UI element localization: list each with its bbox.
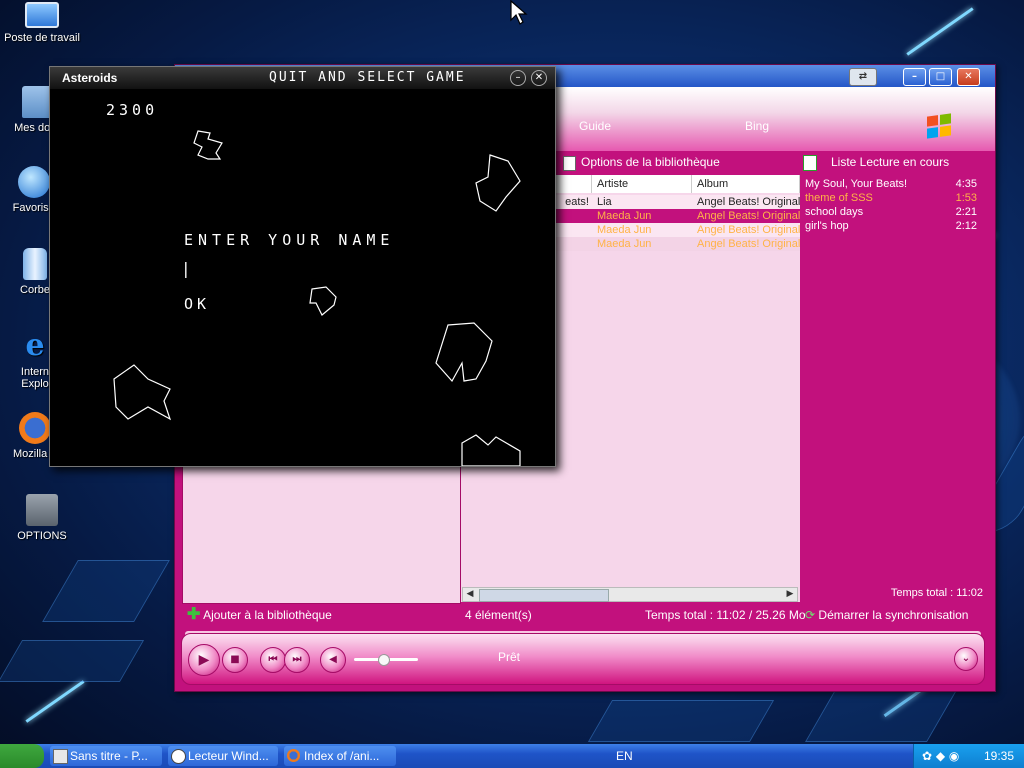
taskbar: Sans titre - P... Lecteur Wind... Index … <box>0 744 1024 768</box>
switch-mode-button[interactable]: ⇄ <box>849 68 877 86</box>
playlist-total-time: Temps total : 11:02 <box>890 587 983 599</box>
sync-icon: ⟳ <box>805 608 816 622</box>
tab-bing[interactable]: Bing <box>745 119 769 133</box>
taskbar-item-media-player[interactable]: Lecteur Wind... <box>168 746 278 766</box>
library-options-icon <box>563 156 576 171</box>
volume-slider[interactable] <box>354 654 418 666</box>
maximize-button[interactable]: □ <box>929 68 952 86</box>
minimize-button[interactable]: – <box>903 68 926 86</box>
scroll-thumb[interactable] <box>479 589 609 602</box>
list-item[interactable]: theme of SSS 1:53 <box>799 191 979 205</box>
volume-knob[interactable] <box>378 654 390 666</box>
asteroid-large-2 <box>435 322 493 383</box>
computer-icon <box>25 2 59 28</box>
windows-logo-icon <box>927 113 951 139</box>
plus-icon: ✚ <box>187 606 201 623</box>
previous-button[interactable]: ⏮ <box>260 647 286 673</box>
column-album[interactable]: Album <box>692 175 800 193</box>
media-player-icon <box>171 749 186 764</box>
asteroid-large-3 <box>113 364 172 421</box>
playlist-icon <box>803 155 817 171</box>
sync-button[interactable]: ⟳ Démarrer la synchronisation <box>805 603 968 627</box>
list-item[interactable]: My Soul, Your Beats! 4:35 <box>799 177 979 191</box>
status-text: Prêt <box>498 650 521 664</box>
recycle-bin-icon <box>23 248 47 280</box>
taskbar-item-paint[interactable]: Sans titre - P... <box>50 746 162 766</box>
language-indicator[interactable]: EN <box>616 749 633 763</box>
system-tray: ✿ ◆ ◉ 19:35 <box>913 744 1024 768</box>
asteroid-field <box>113 130 521 466</box>
asteroid-medium <box>309 286 337 316</box>
column-artist[interactable]: Artiste <box>592 175 692 193</box>
player-controls: ▶ ■ ⏮ ⏭ ◀ Prêt ⌄ <box>181 633 985 685</box>
paint-icon <box>53 749 68 764</box>
playlist-pane[interactable]: My Soul, Your Beats! 4:35 theme of SSS 1… <box>799 175 985 602</box>
start-button[interactable] <box>0 744 44 768</box>
desktop-icon-options[interactable]: OPTIONS <box>0 494 87 542</box>
internet-explorer-icon: e <box>25 328 45 363</box>
asteroids-titlebar[interactable]: Asteroids QUIT AND SELECT GAME – ✕ <box>50 67 555 89</box>
asteroids-window[interactable]: Asteroids QUIT AND SELECT GAME – ✕ 2300 … <box>49 66 556 467</box>
add-to-library-button[interactable]: ✚ Ajouter à la bibliothèque <box>187 603 332 627</box>
tray-icons[interactable]: ✿ ◆ ◉ <box>922 749 959 763</box>
total-time: Temps total : 11:02 / 25.26 Mo <box>645 608 806 622</box>
switch-to-now-playing-button[interactable]: ⌄ <box>954 647 978 671</box>
scroll-right-arrow-icon[interactable]: ▶ <box>784 588 796 601</box>
clock: 19:35 <box>983 749 1014 763</box>
library-options-button[interactable]: Options de la bibliothèque <box>581 155 720 169</box>
list-item[interactable]: girl's hop 2:12 <box>799 219 979 233</box>
mute-button[interactable]: ◀ <box>320 647 346 673</box>
firefox-icon <box>19 412 51 444</box>
asteroid-small <box>193 130 223 160</box>
item-count: 4 élément(s) <box>465 608 532 622</box>
close-icon[interactable]: ✕ <box>531 70 547 86</box>
next-button[interactable]: ⏭ <box>284 647 310 673</box>
firefox-icon <box>287 749 300 762</box>
scroll-left-arrow-icon[interactable]: ◀ <box>464 588 476 601</box>
desktop-icon-computer[interactable]: Poste de travail <box>0 2 87 44</box>
list-item[interactable]: school days 2:21 <box>799 205 979 219</box>
horizontal-scrollbar[interactable]: ◀ ▶ <box>462 587 798 602</box>
window-title: Asteroids <box>62 71 118 85</box>
tab-guide[interactable]: Guide <box>579 119 611 133</box>
stop-button[interactable]: ■ <box>222 647 248 673</box>
now-playing-list-button[interactable]: Liste Lecture en cours <box>831 155 949 169</box>
asteroid-large-4 <box>461 434 521 466</box>
taskbar-item-firefox[interactable]: Index of /ani... <box>284 746 396 766</box>
playlist-toolbar: Liste Lecture en cours <box>799 151 989 175</box>
minimize-icon[interactable]: – <box>510 70 526 86</box>
favorites-icon <box>18 166 50 198</box>
close-button[interactable]: ✕ <box>957 68 980 86</box>
folder-icon <box>26 494 58 526</box>
asteroid-large <box>475 154 521 212</box>
quit-and-select-game-button[interactable]: QUIT AND SELECT GAME <box>269 70 466 85</box>
play-button[interactable]: ▶ <box>188 644 220 676</box>
mouse-cursor-icon <box>510 0 528 25</box>
